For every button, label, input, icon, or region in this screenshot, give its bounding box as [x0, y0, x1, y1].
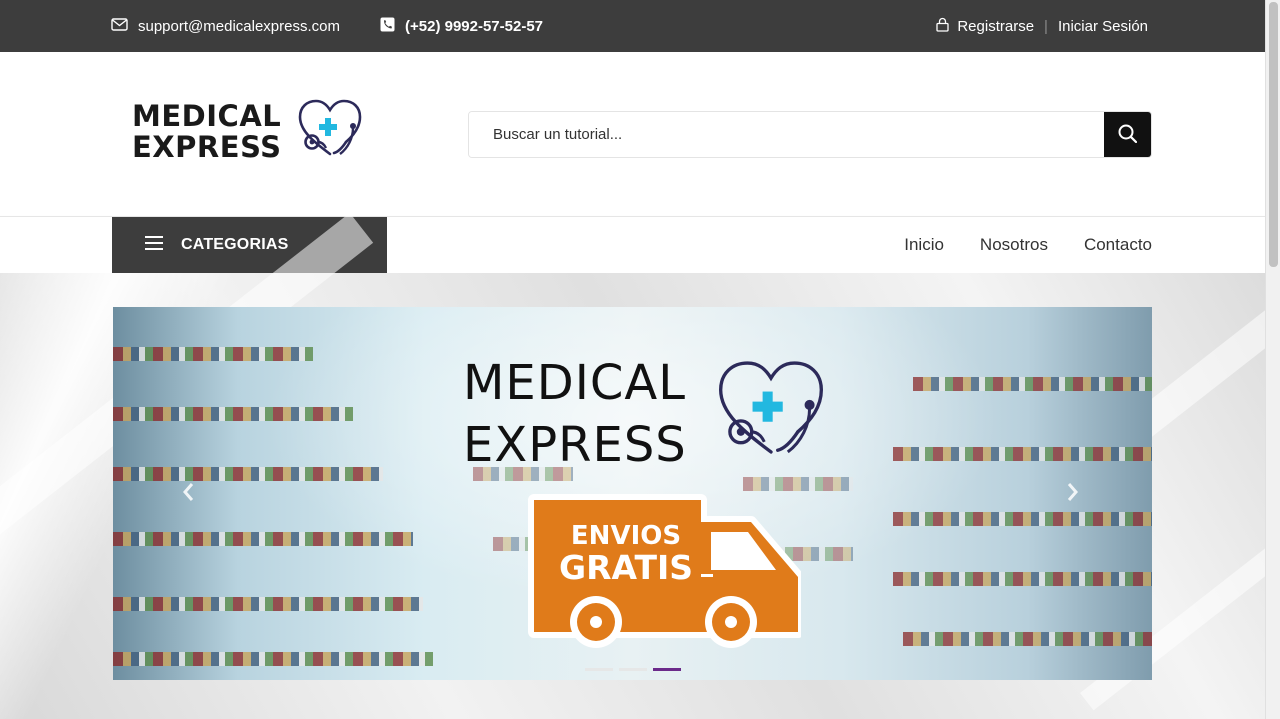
logo-line-2: EXPRESS [132, 129, 282, 164]
phone-icon [380, 17, 395, 36]
heart-stethoscope-icon [711, 358, 831, 467]
truck-line-1: ENVIOS [571, 521, 681, 551]
slide-logo-line-1: MEDICAL [463, 355, 686, 411]
divider: | [1044, 17, 1048, 35]
slide-logo-line-2: EXPRESS [463, 417, 687, 473]
envelope-icon [111, 17, 128, 35]
carousel-next-button[interactable] [1066, 479, 1080, 510]
top-bar: support@medicalexpress.com (+52) 9992-57… [0, 0, 1265, 52]
page-scrollbar[interactable] [1265, 0, 1280, 719]
hamburger-menu-icon [145, 235, 163, 255]
carousel-indicator-2[interactable] [619, 668, 647, 671]
contact-phone[interactable]: (+52) 9992-57-52-57 [380, 0, 543, 52]
chevron-left-icon [181, 479, 195, 509]
email-text: support@medicalexpress.com [138, 17, 340, 35]
site-logo[interactable]: MEDICAL EXPRESS [132, 98, 364, 165]
truck-line-2: GRATIS [559, 548, 693, 587]
carousel-indicator-1[interactable] [585, 668, 613, 671]
categories-label: CATEGORIAS [181, 236, 289, 253]
register-link[interactable]: Registrarse [957, 18, 1034, 35]
site-header: MEDICAL EXPRESS [0, 52, 1265, 216]
phone-text: (+52) 9992-57-52-57 [405, 17, 544, 35]
search-bar [468, 111, 1152, 158]
nav-link-inicio[interactable]: Inicio [904, 235, 944, 255]
nav-links: Inicio Nosotros Contacto [904, 217, 1152, 273]
slide-logo: MEDICAL EXPRESS [463, 352, 831, 476]
free-shipping-badge: ENVIOS GRATIS [526, 492, 804, 662]
logo-line-1: MEDICAL [132, 98, 282, 133]
hero-carousel[interactable]: MEDICAL EXPRESS ENVIOS GRATIS [113, 307, 1152, 680]
search-button[interactable] [1104, 112, 1151, 157]
search-input[interactable] [469, 112, 1104, 157]
login-link[interactable]: Iniciar Sesión [1058, 18, 1148, 35]
chevron-right-icon [1066, 479, 1080, 509]
nav-link-contacto[interactable]: Contacto [1084, 235, 1152, 255]
search-icon [1118, 124, 1138, 146]
nav-link-nosotros[interactable]: Nosotros [980, 235, 1048, 255]
lock-icon [936, 17, 949, 36]
logo-wordmark: MEDICAL EXPRESS [132, 98, 282, 164]
carousel-prev-button[interactable] [181, 479, 195, 510]
slide-logo-wordmark: MEDICAL EXPRESS [463, 352, 687, 476]
scrollbar-thumb[interactable] [1269, 2, 1278, 267]
auth-links: Registrarse | Iniciar Sesión [936, 0, 1148, 52]
heart-stethoscope-icon [296, 98, 364, 165]
main-nav: CATEGORIAS Inicio Nosotros Contacto [0, 216, 1265, 273]
carousel-indicators [585, 668, 681, 671]
page: support@medicalexpress.com (+52) 9992-57… [0, 0, 1280, 719]
carousel-indicator-3[interactable] [653, 668, 681, 671]
contact-email[interactable]: support@medicalexpress.com [111, 0, 340, 52]
